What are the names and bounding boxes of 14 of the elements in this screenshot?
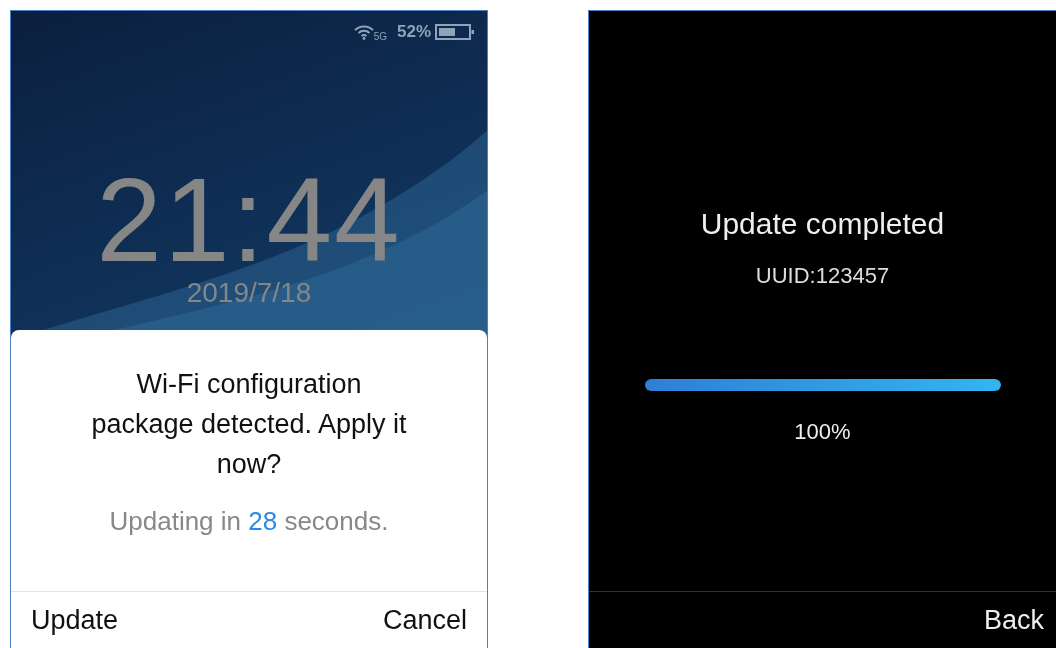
battery-percent: 52%	[396, 22, 431, 42]
network-label: 5G	[373, 30, 387, 42]
clock-date: 2019/7/18	[186, 279, 312, 307]
softkey-button[interactable]: Update	[31, 604, 119, 636]
progress-reading: 100%	[794, 419, 851, 445]
back-button[interactable]: Back	[983, 604, 1044, 636]
battery-icon	[435, 24, 475, 40]
uuid-text: UUID:123457	[755, 263, 890, 289]
softkey-button[interactable]: Cancel	[382, 604, 467, 636]
countdown-text: Updating in 28 seconds.	[109, 506, 389, 537]
wifi-icon	[353, 24, 374, 40]
clock-time: 21:44	[96, 161, 402, 279]
update-title: Update completed	[700, 207, 945, 241]
dialog-message: Wi-Fi configuration package detected. Apply it now?	[90, 368, 408, 481]
